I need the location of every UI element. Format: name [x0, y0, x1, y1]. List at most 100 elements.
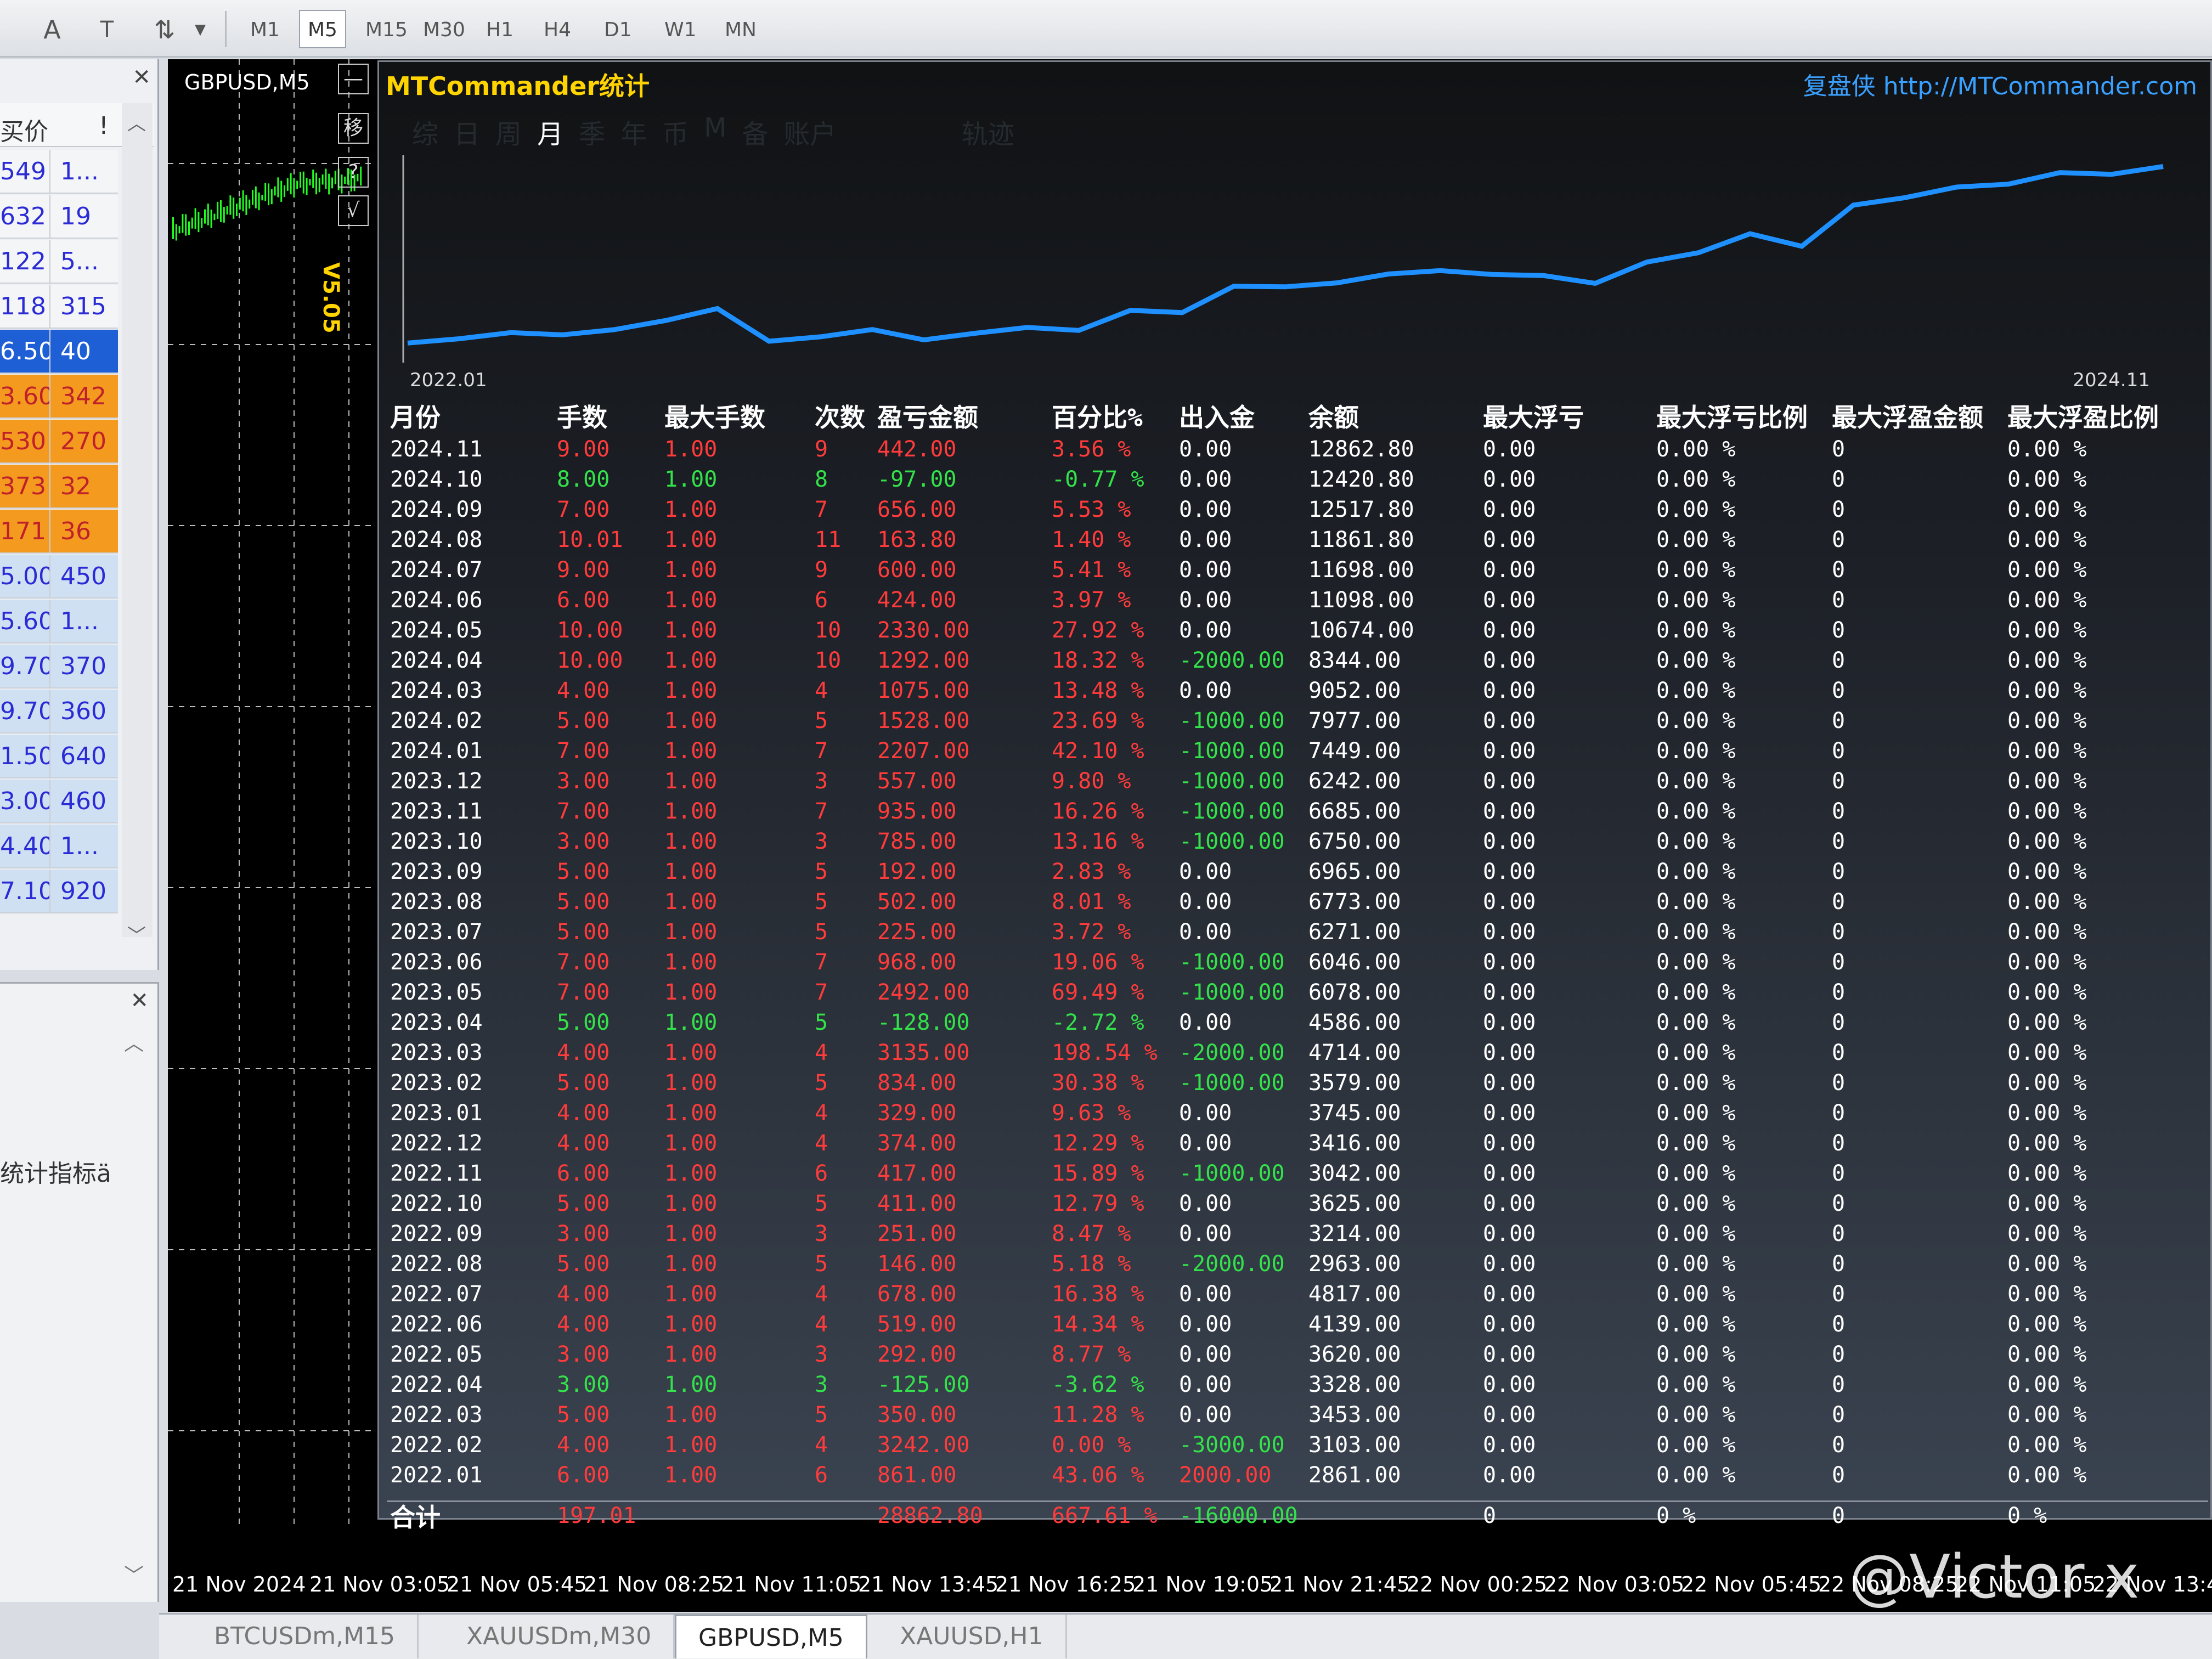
- table-cell: 0.00: [1179, 1281, 1232, 1307]
- table-cell: 27.92 %: [1052, 617, 1144, 643]
- market-watch-row[interactable]: 3.00 460: [0, 780, 118, 823]
- spread-value: 342: [49, 375, 118, 419]
- table-cell: 0.00 %: [2007, 1341, 2087, 1367]
- period-tab[interactable]: 季: [579, 112, 605, 150]
- column-header[interactable]: 最大浮亏: [1483, 398, 1656, 434]
- move-button[interactable]: 移: [338, 113, 369, 144]
- period-tab[interactable]: 轨迹: [962, 112, 1014, 150]
- period-tab[interactable]: 备: [742, 112, 769, 150]
- timeframe-button-h1[interactable]: H1: [477, 10, 522, 48]
- period-tab[interactable]: 日: [454, 112, 480, 150]
- chart-tab-xauusdm[interactable]: XAUUSDm,M30: [444, 1615, 675, 1658]
- market-watch-row[interactable]: 7.10 920: [0, 870, 118, 913]
- table-cell: 0.00 %: [2007, 1432, 2087, 1458]
- column-header[interactable]: 次数: [815, 398, 877, 434]
- table-cell: 0: [1832, 889, 1846, 915]
- timeframe-button-d1[interactable]: D1: [595, 10, 641, 48]
- spread-column-header[interactable]: !: [99, 112, 109, 140]
- column-header[interactable]: 月份: [387, 398, 557, 434]
- chart-tab-xauusd[interactable]: XAUUSD,H1: [878, 1615, 1067, 1658]
- scrollbar[interactable]: ︿ ﹀: [122, 103, 153, 947]
- timeframe-button-mn[interactable]: MN: [716, 10, 765, 48]
- column-header[interactable]: 最大浮盈比例: [2007, 398, 2161, 434]
- market-watch-row[interactable]: 122 5...: [0, 240, 118, 284]
- market-watch-row[interactable]: 373 32: [0, 465, 118, 509]
- market-watch-row[interactable]: 9.70 360: [0, 690, 118, 733]
- market-watch-row[interactable]: 632 19: [0, 195, 118, 239]
- table-cell: 0: [1832, 949, 1846, 975]
- period-tab[interactable]: 账户: [784, 112, 837, 150]
- timeframe-button-h4[interactable]: H4: [535, 10, 580, 48]
- timeframe-button-m5[interactable]: M5: [299, 10, 346, 48]
- period-tab[interactable]: 月: [537, 112, 563, 150]
- table-cell: 198.54 %: [1052, 1040, 1158, 1065]
- timeframe-button-m1[interactable]: M1: [241, 10, 289, 48]
- help-button[interactable]: ?: [338, 157, 369, 188]
- table-cell: 0.00 %: [2007, 1190, 2087, 1216]
- table-cell: 0.00 %: [1656, 527, 1736, 552]
- minimize-button[interactable]: —: [338, 64, 369, 94]
- bid-column-header[interactable]: 买价: [0, 112, 48, 147]
- market-watch-row[interactable]: 118 315: [0, 285, 118, 329]
- close-icon[interactable]: ✕: [132, 65, 151, 90]
- text-box-icon[interactable]: T: [88, 10, 126, 48]
- table-cell: 0.00 %: [1656, 1130, 1736, 1156]
- close-icon[interactable]: ✕: [130, 988, 149, 1013]
- price-chart[interactable]: [168, 59, 376, 1530]
- market-watch-row[interactable]: 9.70 370: [0, 645, 118, 689]
- scroll-up-icon[interactable]: ︿: [124, 1028, 144, 1056]
- chart-tab-btcusdm[interactable]: BTCUSDm,M15: [192, 1615, 419, 1658]
- market-watch-row[interactable]: 1.50 640: [0, 735, 118, 778]
- column-header[interactable]: 百分比%: [1052, 398, 1179, 434]
- timeframe-button-m15[interactable]: M15: [357, 10, 416, 48]
- timeframe-button-w1[interactable]: W1: [656, 10, 706, 48]
- table-cell: 0.00: [1483, 1009, 1536, 1035]
- market-watch-row[interactable]: 530 270: [0, 420, 118, 464]
- table-cell: 1.00: [664, 1009, 718, 1035]
- period-tab[interactable]: 周: [495, 112, 522, 150]
- table-cell: 3.00: [557, 1372, 610, 1397]
- table-cell: 2022.04: [390, 1372, 483, 1397]
- arrows-icon[interactable]: ⇅: [145, 10, 184, 48]
- market-watch-row[interactable]: 171 36: [0, 510, 118, 554]
- table-cell: 192.00: [877, 859, 957, 884]
- scroll-down-icon[interactable]: ﹀: [124, 1560, 144, 1588]
- confirm-button[interactable]: √: [338, 195, 369, 226]
- candle: [309, 179, 311, 185]
- table-cell: 18.32 %: [1052, 647, 1144, 673]
- table-cell: 12517.80: [1308, 496, 1414, 522]
- website-link[interactable]: 复盘侠 http://MTCommander.com: [1803, 66, 2197, 101]
- period-tab[interactable]: 年: [620, 112, 647, 150]
- table-cell: 3453.00: [1308, 1402, 1401, 1427]
- table-cell: 4: [815, 1130, 828, 1156]
- chevron-down-icon[interactable]: ▼: [181, 10, 219, 48]
- text-tool-icon[interactable]: A: [33, 10, 71, 48]
- period-tab[interactable]: 综: [412, 112, 438, 150]
- table-cell: 0.00 %: [1656, 949, 1736, 975]
- bid-price: 118: [0, 292, 46, 320]
- column-header[interactable]: 最大手数: [664, 398, 815, 434]
- market-watch-row[interactable]: 3.60 342: [0, 375, 118, 419]
- timeframe-button-m30[interactable]: M30: [414, 10, 474, 48]
- column-header[interactable]: 出入金: [1179, 398, 1308, 434]
- chart-window[interactable]: GBPUSD,M5 — 移 ? √ V5.05 MTCommander统计 复盘…: [168, 59, 2212, 1612]
- period-tab[interactable]: 币: [662, 112, 689, 150]
- chart-tab-gbpusd[interactable]: GBPUSD,M5: [675, 1615, 867, 1658]
- indicator-tree-item[interactable]: 统计指标ä: [0, 1154, 111, 1189]
- column-header[interactable]: 手数: [557, 398, 664, 434]
- table-row: 2023.05 7.00 1.00 7 2492.00 69.49 % -1000.00 60…: [387, 977, 2208, 1007]
- candle: [188, 221, 190, 235]
- column-header[interactable]: 最大浮盈金额: [1832, 398, 2007, 434]
- market-watch-row[interactable]: 6.50 40: [0, 330, 118, 374]
- market-watch-row[interactable]: 5.60 1...: [0, 600, 118, 644]
- table-row: 2023.08 5.00 1.00 5 502.00 8.01 % 0.00 6773.00 0…: [387, 887, 2208, 917]
- period-tab[interactable]: M: [704, 112, 726, 145]
- column-header[interactable]: 最大浮亏比例: [1656, 398, 1832, 434]
- scroll-up-icon[interactable]: ︿: [127, 109, 146, 136]
- market-watch-row[interactable]: 4.40 1...: [0, 825, 118, 868]
- scroll-down-icon[interactable]: ﹀: [127, 921, 146, 947]
- market-watch-row[interactable]: 5.00 450: [0, 555, 118, 599]
- column-header[interactable]: 余额: [1308, 398, 1483, 434]
- column-header[interactable]: 盈亏金额: [877, 398, 1052, 434]
- market-watch-row[interactable]: 549 1...: [0, 150, 118, 194]
